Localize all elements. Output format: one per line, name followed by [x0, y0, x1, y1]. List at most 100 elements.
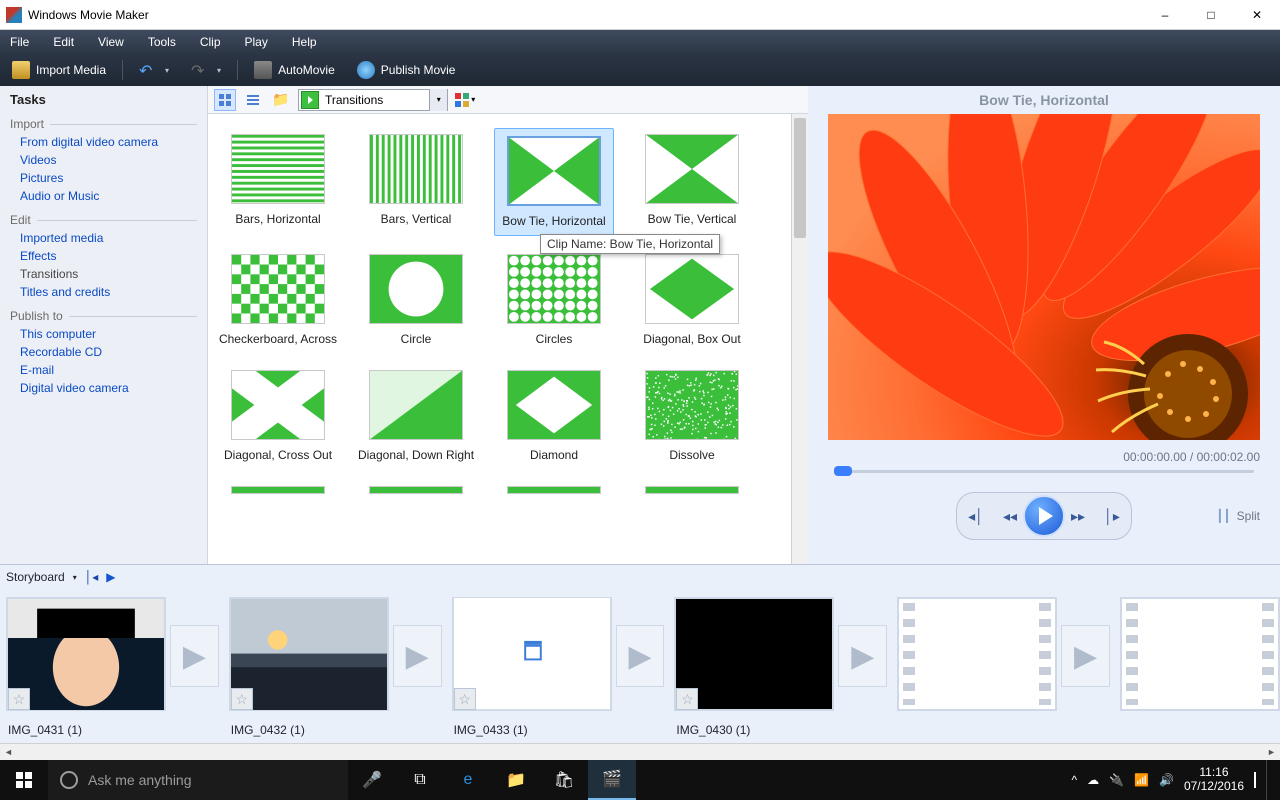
storyboard-transition-slot[interactable]: ▶ [393, 625, 442, 687]
storyboard-rewind-button[interactable]: │◂ [85, 570, 99, 584]
transition-tile[interactable] [356, 480, 476, 500]
storyboard-item[interactable]: ☆IMG_0433 (1) [446, 597, 612, 737]
storyboard-item[interactable] [891, 597, 1057, 723]
start-button[interactable] [0, 760, 48, 800]
storyboard-dropdown[interactable]: ▾ [73, 573, 77, 582]
storyboard-transition-slot[interactable]: ▶ [616, 625, 665, 687]
transition-tile[interactable]: Circles [494, 248, 614, 352]
show-desktop-button[interactable] [1266, 760, 1272, 800]
storyboard-track[interactable]: ☆IMG_0431 (1)▶☆IMG_0432 (1)▶☆IMG_0433 (1… [0, 589, 1280, 743]
undo-button[interactable]: ↶▾ [133, 59, 175, 81]
close-button[interactable]: ✕ [1234, 0, 1280, 30]
storyboard-clip[interactable]: ☆ [452, 597, 612, 711]
transition-tile[interactable]: Bars, Horizontal [218, 128, 338, 236]
transition-tile[interactable]: Bow Tie, Horizontal [494, 128, 614, 236]
transition-tile[interactable]: Circle [356, 248, 476, 352]
scroll-right[interactable]: ► [1263, 744, 1280, 761]
storyboard-transition-slot[interactable]: ▶ [170, 625, 219, 687]
seek-bar[interactable] [834, 466, 1254, 476]
storyboard-clip[interactable] [1120, 597, 1280, 711]
play-button[interactable] [1023, 495, 1065, 537]
taskbar-explorer[interactable]: 📁 [492, 760, 540, 800]
rewind-button[interactable]: ◂◂ [993, 502, 1027, 530]
transition-tile[interactable]: Dissolve [632, 364, 752, 468]
task-effects[interactable]: Effects [20, 249, 197, 263]
tray-chevron[interactable]: ^ [1071, 773, 1077, 787]
task-import-camera[interactable]: From digital video camera [20, 135, 197, 149]
task-import-pictures[interactable]: Pictures [20, 171, 197, 185]
import-media-button[interactable]: Import Media [6, 59, 112, 81]
publish-button[interactable]: Publish Movie [351, 59, 462, 81]
menu-help[interactable]: Help [288, 33, 321, 51]
combo-dropdown[interactable]: ▾ [429, 89, 447, 111]
forward-button[interactable]: ▸▸ [1061, 502, 1095, 530]
view-thumbnails-button[interactable] [214, 89, 236, 111]
storyboard-transition-slot[interactable]: ▶ [1061, 625, 1110, 687]
transition-tile[interactable] [632, 480, 752, 500]
split-button[interactable]: ┃┃ Split [1216, 509, 1260, 523]
scroll-left[interactable]: ◄ [0, 744, 17, 761]
storyboard-scrollbar[interactable]: ◄ ► [0, 743, 1280, 760]
tray-wifi-icon[interactable]: 📶 [1134, 773, 1149, 787]
menu-edit[interactable]: Edit [49, 33, 78, 51]
task-view-button[interactable]: ⧉ [396, 760, 444, 800]
menu-file[interactable]: File [6, 33, 33, 51]
storyboard-item[interactable]: ☆IMG_0431 (1) [0, 597, 166, 737]
folder-up-button[interactable]: 📁 [270, 89, 292, 111]
transition-tile[interactable]: Diagonal, Box Out [632, 248, 752, 352]
automovie-button[interactable]: AutoMovie [248, 59, 341, 81]
next-frame-button[interactable]: │▸ [1095, 502, 1129, 530]
collection-combo[interactable]: Transitions ▾ [298, 89, 448, 111]
tray-onedrive-icon[interactable]: ☁ [1087, 773, 1099, 787]
action-center-icon[interactable] [1254, 773, 1256, 787]
task-publish-camera[interactable]: Digital video camera [20, 381, 197, 395]
browser-scrollbar[interactable] [791, 114, 808, 564]
task-titles-credits[interactable]: Titles and credits [20, 285, 197, 299]
storyboard-clip[interactable] [897, 597, 1057, 711]
view-options-button[interactable]: ▾ [454, 89, 476, 111]
transition-tile[interactable] [494, 480, 614, 500]
storyboard-item[interactable]: ☆IMG_0432 (1) [223, 597, 389, 737]
clip-star-icon[interactable]: ☆ [8, 688, 30, 710]
clip-star-icon[interactable]: ☆ [676, 688, 698, 710]
task-import-videos[interactable]: Videos [20, 153, 197, 167]
taskbar-mic[interactable]: 🎤 [348, 760, 396, 800]
transition-tile[interactable]: Bars, Vertical [356, 128, 476, 236]
storyboard-label[interactable]: Storyboard [6, 570, 65, 584]
task-imported-media[interactable]: Imported media [20, 231, 197, 245]
storyboard-clip[interactable]: ☆ [674, 597, 834, 711]
scrollbar-thumb[interactable] [794, 118, 806, 238]
menu-tools[interactable]: Tools [144, 33, 180, 51]
menu-clip[interactable]: Clip [196, 33, 225, 51]
task-publish-email[interactable]: E-mail [20, 363, 197, 377]
storyboard-item[interactable]: ☆IMG_0430 (1) [668, 597, 834, 737]
tray-volume-icon[interactable]: 🔊 [1159, 773, 1174, 787]
taskbar-movie-maker[interactable]: 🎬 [588, 760, 636, 800]
taskbar-store[interactable]: 🛍 [540, 760, 588, 800]
transition-tile[interactable]: Checkerboard, Across [218, 248, 338, 352]
task-transitions[interactable]: Transitions [20, 267, 197, 281]
task-publish-cd[interactable]: Recordable CD [20, 345, 197, 359]
maximize-button[interactable]: □ [1188, 0, 1234, 30]
menu-play[interactable]: Play [241, 33, 272, 51]
menu-view[interactable]: View [94, 33, 128, 51]
prev-frame-button[interactable]: ◂│ [959, 502, 993, 530]
clip-star-icon[interactable]: ☆ [231, 688, 253, 710]
storyboard-clip[interactable]: ☆ [6, 597, 166, 711]
clip-star-icon[interactable]: ☆ [454, 688, 476, 710]
tray-power-icon[interactable]: 🔌 [1109, 773, 1124, 787]
task-import-audio[interactable]: Audio or Music [20, 189, 197, 203]
redo-button[interactable]: ↷▾ [185, 59, 227, 81]
transition-tile[interactable] [218, 480, 338, 500]
tray-clock[interactable]: 11:16 07/12/2016 [1184, 766, 1244, 794]
storyboard-item[interactable] [1114, 597, 1280, 723]
minimize-button[interactable]: – [1142, 0, 1188, 30]
transition-tile[interactable]: Diagonal, Cross Out [218, 364, 338, 468]
transition-tile[interactable]: Diamond [494, 364, 614, 468]
seek-knob[interactable] [834, 466, 852, 476]
storyboard-play-button[interactable]: ▶ [106, 570, 115, 584]
storyboard-transition-slot[interactable]: ▶ [838, 625, 887, 687]
transition-tile[interactable]: Diagonal, Down Right [356, 364, 476, 468]
transition-tile[interactable]: Bow Tie, Vertical [632, 128, 752, 236]
view-details-button[interactable] [242, 89, 264, 111]
